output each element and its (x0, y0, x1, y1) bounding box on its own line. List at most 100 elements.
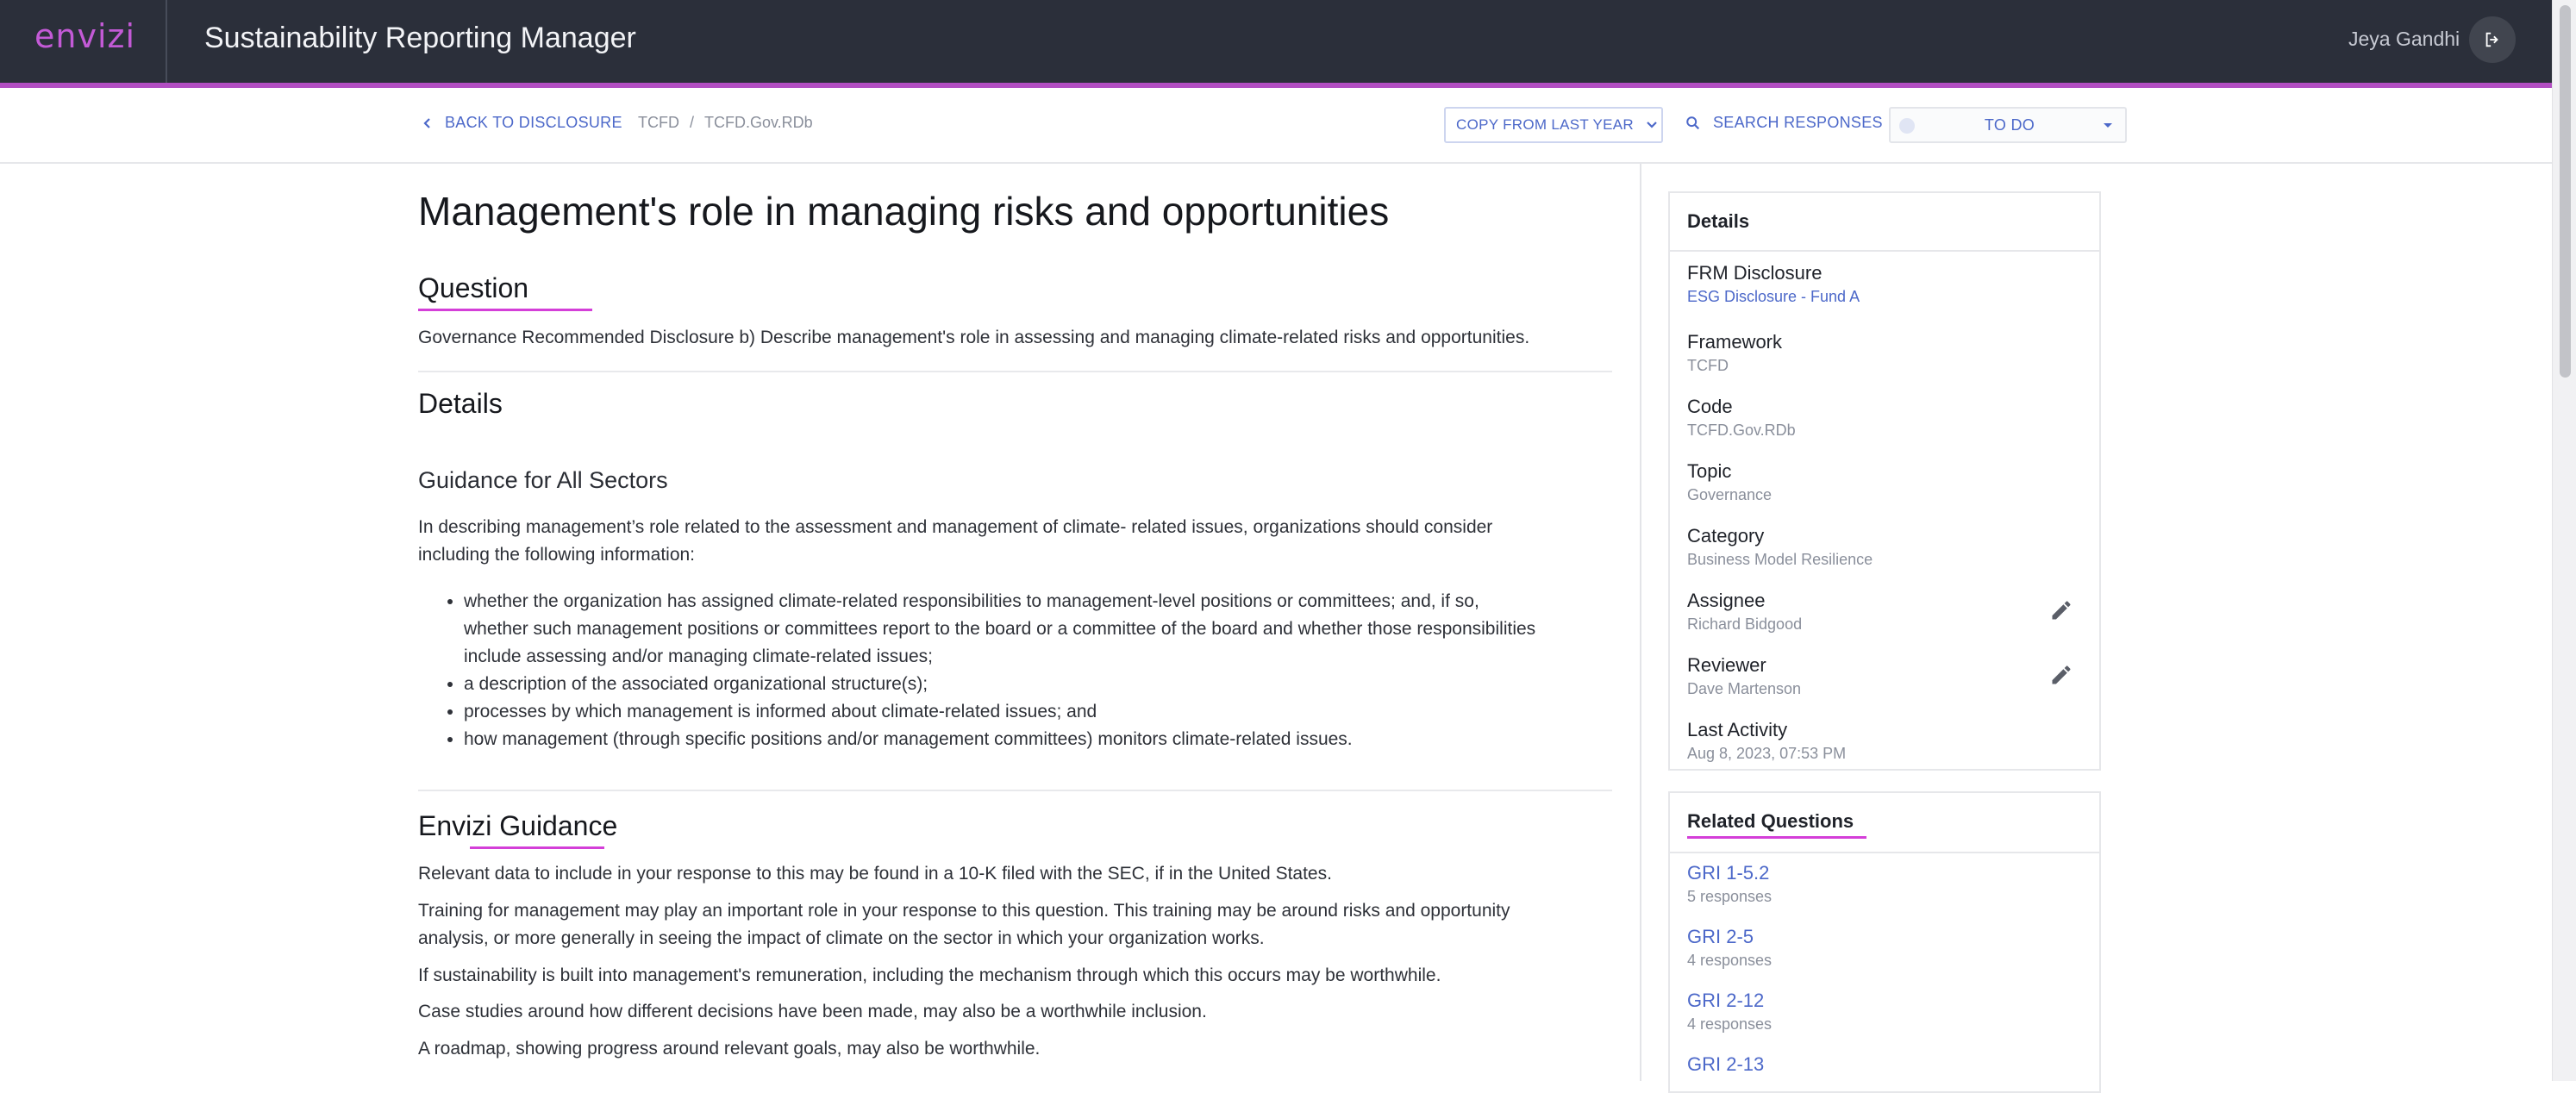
question-text: Governance Recommended Disclosure b) Des… (418, 328, 1530, 347)
detail-label: Framework (1687, 331, 1783, 353)
list-item-line: include assessing and/or managing climat… (464, 646, 933, 666)
details-panel-title: Details (1670, 193, 2099, 252)
chevron-down-icon (1647, 122, 1657, 128)
envizi-paragraph-line: analysis, or more generally in seeing th… (418, 928, 1265, 948)
breadcrumb-item-framework[interactable]: TCFD (638, 114, 679, 131)
caret-down-icon (2104, 123, 2112, 128)
envizi-guidance-heading: Envizi Guidance (418, 810, 618, 841)
breadcrumb-separator: / (690, 114, 695, 131)
envizi-paragraph-line: If sustainability is built into manageme… (418, 965, 1441, 985)
related-question-code[interactable]: GRI 1-5.2 (1687, 862, 1772, 884)
related-question-code[interactable]: GRI 2-12 (1687, 990, 1772, 1012)
user-name[interactable]: Jeya Gandhi (2348, 28, 2460, 51)
list-item: processes by which management is informe… (464, 698, 1610, 726)
detail-label: FRM Disclosure (1687, 262, 1823, 284)
detail-framework: Framework TCFD (1687, 331, 1782, 375)
envizi-paragraph: Training for management may play an impo… (418, 897, 1510, 952)
related-question-count: 5 responses (1687, 888, 1773, 905)
search-icon (1686, 116, 1700, 129)
detail-value: Aug 8, 2023, 07:53 PM (1687, 745, 1847, 762)
list-item-line: whether such management positions or com… (464, 619, 1536, 639)
app-title: Sustainability Reporting Manager (204, 22, 636, 54)
envizi-paragraph-line: Training for management may play an impo… (418, 901, 1510, 921)
detail-assignee: Assignee Richard Bidgood (1687, 590, 1802, 634)
related-questions-label: Related Questions (1687, 810, 1854, 832)
guidance-list: whether the organization has assigned cl… (464, 588, 1610, 753)
list-item-line: whether the organization has assigned cl… (464, 591, 1479, 611)
detail-label: Code (1687, 396, 1733, 417)
list-item-line: how management (through specific positio… (464, 729, 1353, 749)
frm-disclosure-link[interactable]: ESG Disclosure - Fund A (1687, 288, 1860, 306)
status-value: TO DO (1984, 116, 2035, 134)
detail-category: Category Business Model Resilience (1687, 525, 1873, 569)
toolbar: BACK TO DISCLOSURE TCFD / TCFD.Gov.RDb COP… (0, 88, 2552, 164)
scrollbar-thumb[interactable] (2560, 5, 2571, 378)
detail-value: Dave Martenson (1687, 680, 1802, 697)
related-questions-underline (1687, 836, 1866, 839)
detail-label: Reviewer (1687, 654, 1766, 676)
related-question-item[interactable]: GRI 2-5 4 responses (1687, 926, 1772, 970)
divider (418, 371, 1612, 372)
copy-from-last-year-button[interactable]: COPY FROM LAST YEAR (1444, 107, 1663, 143)
envizi-logo[interactable]: envizi (34, 17, 135, 55)
search-label: SEARCH RESPONSES (1713, 114, 1883, 131)
guidance-intro-line: In describing management’s role related … (418, 517, 1493, 537)
search-responses-button[interactable]: SEARCH RESPONSES (1685, 114, 1883, 132)
breadcrumb-item-code: TCFD.Gov.RDb (704, 114, 813, 131)
related-question-code[interactable]: GRI 2-5 (1687, 926, 1772, 948)
detail-value: Governance (1687, 486, 1773, 503)
back-label: BACK TO DISCLOSURE (445, 114, 622, 131)
envizi-paragraph-line: Relevant data to include in your respons… (418, 864, 1332, 884)
divider (418, 790, 1612, 791)
detail-last-activity: Last Activity Aug 8, 2023, 07:53 PM (1687, 719, 1846, 763)
logout-icon (2485, 32, 2498, 47)
list-item: how management (through specific positio… (464, 726, 1610, 753)
detail-topic: Topic Governance (1687, 460, 1772, 504)
breadcrumb: TCFD / TCFD.Gov.RDb (638, 114, 813, 132)
related-questions-title: Related Questions (1670, 793, 2099, 853)
list-item-line: a description of the associated organiza… (464, 674, 928, 694)
list-item-line: processes by which management is informe… (464, 702, 1097, 721)
detail-label: Topic (1687, 460, 1732, 482)
details-panel: Details FRM Disclosure ESG Disclosure - … (1668, 191, 2101, 771)
envizi-paragraph-line: Case studies around how different decisi… (418, 1002, 1207, 1021)
detail-label: Last Activity (1687, 719, 1788, 740)
copy-label: COPY FROM LAST YEAR (1456, 116, 1634, 133)
details-heading: Details (418, 388, 503, 419)
detail-label: Category (1687, 525, 1765, 546)
related-question-count: 4 responses (1687, 1015, 1773, 1033)
envizi-paragraph-line: A roadmap, showing progress around relev… (418, 1039, 1041, 1059)
list-item: a description of the associated organiza… (464, 671, 1610, 698)
question-heading: Question (418, 272, 529, 303)
edit-reviewer-icon[interactable] (2049, 663, 2073, 687)
envizi-paragraph: If sustainability is built into manageme… (418, 962, 1441, 990)
detail-value: Richard Bidgood (1687, 615, 1803, 633)
detail-label: Assignee (1687, 590, 1766, 611)
related-question-item[interactable]: GRI 2-13 (1687, 1053, 1764, 1076)
related-questions-panel: Related Questions GRI 1-5.2 5 responses … (1668, 791, 2101, 1093)
edit-assignee-icon[interactable] (2049, 598, 2073, 622)
detail-frm-disclosure: FRM Disclosure ESG Disclosure - Fund A (1687, 262, 1860, 306)
related-question-item[interactable]: GRI 2-12 4 responses (1687, 990, 1772, 1034)
related-question-code[interactable]: GRI 2-13 (1687, 1053, 1764, 1076)
status-select[interactable]: TO DO (1889, 107, 2127, 143)
related-question-count: 4 responses (1687, 952, 1773, 969)
guidance-intro-line: including the following information: (418, 545, 696, 565)
envizi-paragraph: Case studies around how different decisi… (418, 998, 1207, 1026)
main-content: Management's role in managing risks and … (418, 164, 1612, 1081)
related-question-item[interactable]: GRI 1-5.2 5 responses (1687, 862, 1772, 906)
list-item: whether the organization has assigned cl… (464, 588, 1610, 671)
detail-value: Business Model Resilience (1687, 551, 1873, 568)
back-to-disclosure-link[interactable]: BACK TO DISCLOSURE (422, 114, 622, 132)
chevron-left-icon (423, 117, 430, 128)
detail-code: Code TCFD.Gov.RDb (1687, 396, 1796, 440)
guidance-heading: Guidance for All Sectors (418, 467, 668, 493)
detail-value: TCFD.Gov.RDb (1687, 422, 1796, 439)
column-divider (1640, 164, 1641, 1081)
envizi-paragraph: A roadmap, showing progress around relev… (418, 1035, 1040, 1063)
detail-value: TCFD (1687, 357, 1729, 374)
app-header: envizi Sustainability Reporting Manager … (0, 0, 2552, 88)
envizi-paragraph: Relevant data to include in your respons… (418, 860, 1332, 888)
scrollbar[interactable] (2552, 0, 2576, 1081)
logout-button[interactable] (2469, 16, 2516, 63)
